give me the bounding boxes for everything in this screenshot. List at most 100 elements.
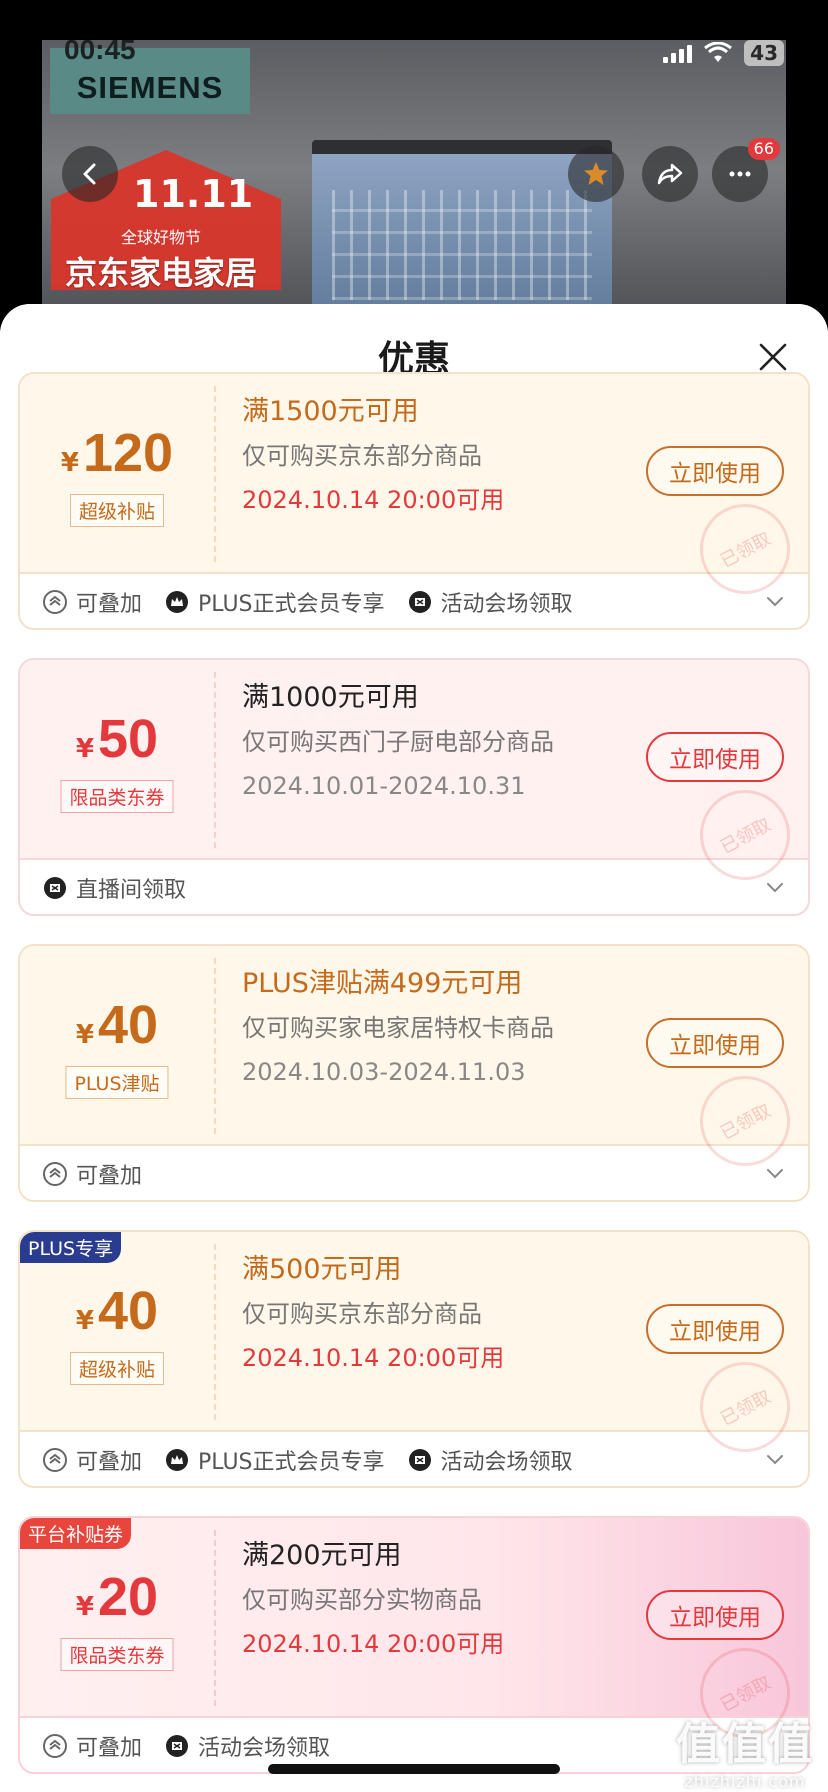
coupon-body: ¥40 PLUS津贴 PLUS津贴满499元可用 仅可购买家电家居特权卡商品 2… [20,946,808,1182]
more-icon [729,171,751,177]
coupon-info: 满1500元可用 仅可购买京东部分商品 2024.10.14 20:00可用 [242,390,504,522]
coupon-amount: ¥40 [75,995,159,1055]
coupon-footer[interactable]: 可叠加 PLUS正式会员专享 活动会场领取 [20,1432,808,1486]
star-icon [584,162,608,185]
coupon-body: ¥50 限品类东券 满1000元可用 仅可购买西门子厨电部分商品 2024.10… [20,660,808,896]
coupon-footer[interactable]: 可叠加 [20,1146,808,1200]
coupon-scope: 仅可购买西门子厨电部分商品 [242,728,554,756]
coupon-amount-section: ¥120 超级补贴 [20,374,214,574]
coupon-amount-section: ¥50 限品类东券 [20,660,214,860]
coupon-body: ¥20 限品类东券 满200元可用 仅可购买部分实物商品 2024.10.14 … [20,1518,808,1754]
ticket-icon [166,1735,189,1757]
status-time: 00:45 [64,34,136,65]
coupon-validity: 2024.10.14 20:00可用 [242,1630,505,1658]
stack-icon [43,1734,67,1758]
coupon-amount-section: ¥40 PLUS津贴 [20,946,214,1146]
use-now-button[interactable]: 立即使用 [646,1304,784,1354]
chevron-down-icon[interactable] [764,1162,786,1184]
ticket-icon [44,877,66,899]
stackable-label: 可叠加 [42,1444,142,1476]
coupon-condition: 满1500元可用 [242,396,419,427]
coupon-footer[interactable]: 直播间领取 [20,860,808,914]
promo-title: 京东家电家居 [65,254,258,292]
coupon-validity: 2024.10.14 20:00可用 [242,1344,505,1372]
coupon-type-tag: 限品类东券 [60,1638,174,1671]
use-now-button[interactable]: 立即使用 [646,732,784,782]
promo-date: 11.11 [133,172,254,216]
coupon-type-tag: 超级补贴 [69,494,165,527]
ticket-icon [408,591,431,613]
coupon-card: ¥40 PLUS津贴 PLUS津贴满499元可用 仅可购买家电家居特权卡商品 2… [18,944,810,1202]
coupon-condition: 满1000元可用 [242,682,419,713]
coupon-scope: 仅可购买京东部分商品 [242,1300,482,1328]
coupon-validity: 2024.10.01-2024.10.31 [242,772,526,800]
coupon-amount: ¥20 [75,1567,159,1627]
coupon-card: ¥50 限品类东券 满1000元可用 仅可购买西门子厨电部分商品 2024.10… [18,658,810,916]
coupon-info: 满200元可用 仅可购买部分实物商品 2024.10.14 20:00可用 [242,1534,504,1666]
coupon-type-tag: 超级补贴 [69,1352,165,1385]
coupon-condition: 满200元可用 [242,1540,402,1571]
coupon-info: PLUS津贴满499元可用 仅可购买家电家居特权卡商品 2024.10.03-2… [242,962,554,1094]
message-count-badge: 66 [747,138,780,160]
watermark-url: zhizhizhi.com [684,1772,806,1791]
coupon-amount: ¥120 [60,423,174,483]
promo-subtitle: 全球好物节 [121,228,202,247]
use-now-button[interactable]: 立即使用 [646,1018,784,1068]
chevron-down-icon[interactable] [764,876,786,898]
coupon-info: 满1000元可用 仅可购买西门子厨电部分商品 2024.10.01-2024.1… [242,676,554,808]
stack-icon [43,1162,67,1186]
coupon-type-tag: PLUS津贴 [65,1066,169,1099]
more-button[interactable]: 66 [712,138,780,202]
coupon-card: ¥120 超级补贴 满1500元可用 仅可购买京东部分商品 2024.10.14… [18,372,810,630]
ticket-icon [408,1449,431,1471]
use-now-button[interactable]: 立即使用 [646,446,784,496]
coupon-scope: 仅可购买家电家居特权卡商品 [242,1014,554,1042]
share-button[interactable] [642,146,698,202]
back-button[interactable] [62,146,118,202]
coupon-amount: ¥50 [75,709,159,769]
stackable-label: 可叠加 [42,1730,142,1762]
battery-indicator: 43 [744,40,784,66]
coupon-type-tag: 限品类东券 [60,780,174,813]
coupon-condition: 满500元可用 [242,1254,402,1285]
coupon-body: ¥40 超级补贴 满500元可用 仅可购买京东部分商品 2024.10.14 2… [20,1232,808,1468]
event-venue-label: 活动会场领取 [407,1444,573,1476]
platform-subsidy-tag: 平台补贴券 [20,1518,132,1549]
coupon-card: PLUS专享 ¥40 超级补贴 满500元可用 仅可购买京东部分商品 2024.… [18,1230,810,1488]
coupon-list[interactable]: ¥120 超级补贴 满1500元可用 仅可购买京东部分商品 2024.10.14… [0,372,828,1792]
chevron-left-icon [83,163,96,185]
coupon-scope: 仅可购买京东部分商品 [242,442,482,470]
favorite-button[interactable] [568,146,624,202]
stack-icon [43,590,67,614]
crown-icon [166,591,189,613]
chevron-down-icon[interactable] [764,1448,786,1470]
crown-icon [166,1449,189,1471]
home-indicator[interactable] [268,1764,560,1774]
coupon-validity: 2024.10.14 20:00可用 [242,486,505,514]
close-icon[interactable] [758,342,788,372]
share-icon [657,163,683,185]
plus-member-label: PLUS正式会员专享 [164,1444,385,1476]
coupon-condition: PLUS津贴满499元可用 [242,968,523,999]
event-venue-label: 活动会场领取 [407,586,573,618]
coupon-footer[interactable]: 可叠加 PLUS正式会员专享 活动会场领取 [20,574,808,628]
dishwasher-rack [332,190,592,300]
coupon-info: 满500元可用 仅可购买京东部分商品 2024.10.14 20:00可用 [242,1248,504,1380]
wifi-icon [704,42,733,62]
live-room-label: 直播间领取 [42,872,186,904]
coupon-sheet: 优惠 ¥120 超级补贴 满1500元可用 仅可购买京东部分商品 2024.10… [0,304,828,1792]
stackable-label: 可叠加 [42,586,142,618]
stackable-label: 可叠加 [42,1158,142,1190]
event-venue-label: 活动会场领取 [164,1730,330,1762]
signal-icon [663,43,693,63]
coupon-scope: 仅可购买部分实物商品 [242,1586,482,1614]
use-now-button[interactable]: 立即使用 [646,1590,784,1640]
chevron-down-icon[interactable] [764,590,786,612]
status-icons: 43 [663,40,784,66]
coupon-body: ¥120 超级补贴 满1500元可用 仅可购买京东部分商品 2024.10.14… [20,374,808,610]
watermark: 值值值 zhizhizhi.com [676,1708,814,1791]
coupon-amount: ¥40 [75,1281,159,1341]
product-hero: SIEMENS 00:45 43 11.11 全球好物节 京东家电家居 66 [0,0,828,340]
coupon-validity: 2024.10.03-2024.11.03 [242,1058,526,1086]
watermark-logo: 值值值 [676,1719,814,1770]
